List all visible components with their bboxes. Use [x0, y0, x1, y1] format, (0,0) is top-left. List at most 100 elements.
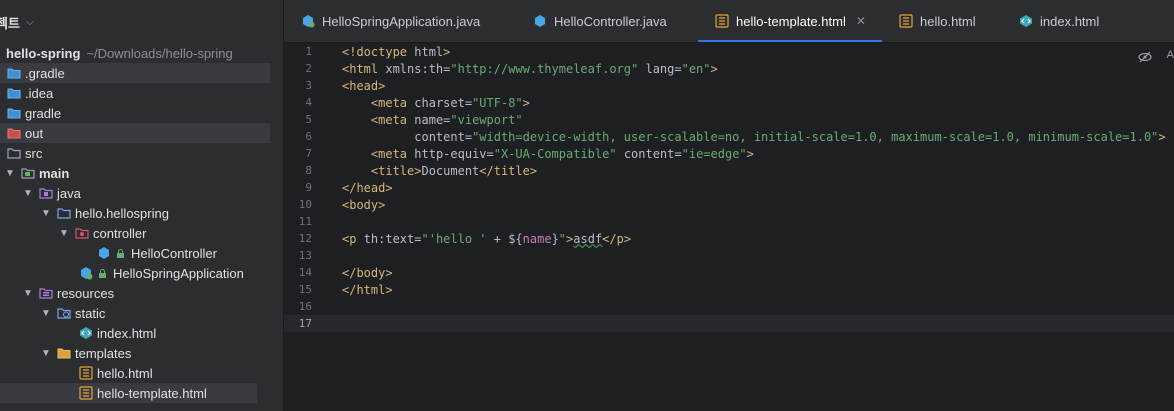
chevron-down-icon[interactable]: ▼ — [22, 188, 34, 199]
code-text: <p th:text="'hello ' + ${name}">asdf</p> — [342, 231, 632, 246]
line-number: 5 — [305, 113, 312, 126]
tree-item-templates[interactable]: ▼ templates — [0, 343, 270, 363]
tree-item-resources[interactable]: ▼ resources — [0, 283, 270, 303]
code-line: 10 <body> — [284, 196, 1174, 213]
line-number: 12 — [298, 232, 312, 245]
tree-item-main[interactable]: ▼ main — [0, 163, 270, 183]
java-class-icon — [532, 13, 548, 29]
tree-item-idea[interactable]: .idea — [0, 83, 270, 103]
line-number: 3 — [305, 79, 312, 92]
chevron-down-icon[interactable]: ▼ — [22, 288, 34, 299]
code-text: <meta charset="UTF-8"> — [370, 95, 530, 110]
code-line: 1 <!doctype html> — [284, 43, 1174, 60]
tree-item-src[interactable]: src — [0, 143, 270, 163]
tree-item-label: hello.html — [97, 365, 153, 381]
code-text: <title>Document</title> — [370, 163, 538, 178]
code-line: 16 — [284, 298, 1174, 315]
tree-item-label: .idea — [25, 85, 54, 101]
line-number: 7 — [305, 147, 312, 160]
code-text: </body> — [342, 265, 393, 280]
folder-icon — [6, 65, 22, 81]
tree-root[interactable]: hello-spring ~/Downloads/hello-spring — [0, 43, 270, 63]
line-number: 9 — [305, 181, 312, 194]
project-panel: 젝트 ⌵ hello-spring ~/Downloads/hello-spri… — [0, 0, 270, 411]
tab-hellocontroller-java[interactable]: HelloController.java — [516, 0, 698, 42]
tree-item-java[interactable]: ▼ java — [0, 183, 270, 203]
code-line: 11 — [284, 213, 1174, 230]
tree-item-label: HelloController — [131, 245, 217, 261]
tree-item-gradle-hidden[interactable]: .gradle — [0, 63, 270, 83]
source-folder-icon — [38, 185, 54, 201]
chevron-down-icon[interactable]: ▼ — [4, 168, 16, 179]
code-line: 2 <html xmlns:th="http://www.thymeleaf.o… — [284, 60, 1174, 77]
html5-file-icon — [78, 365, 94, 381]
code-text: <html xmlns:th="http://www.thymeleaf.org… — [342, 61, 718, 76]
html5-file-icon — [714, 13, 730, 29]
tree-item-index-html[interactable]: index.html — [0, 323, 270, 343]
code-line: 7 <meta http-equiv="X-UA-Compatible" con… — [284, 145, 1174, 162]
line-number: 1 — [305, 45, 312, 58]
tree-item-static[interactable]: ▼ static — [0, 303, 270, 323]
chevron-down-icon[interactable]: ▼ — [40, 348, 52, 359]
project-panel-header[interactable]: 젝트 ⌵ — [0, 0, 270, 44]
tree-root-name: hello-spring — [6, 45, 81, 61]
tree-item-hello-template-html[interactable]: hello-template.html — [0, 383, 257, 403]
tab-hello-template-html[interactable]: hello-template.html ✕ — [698, 0, 882, 42]
tree-item-gradle[interactable]: gradle — [0, 103, 270, 123]
panel-gap — [270, 0, 283, 411]
line-number: 16 — [298, 300, 312, 313]
tab-hello-html[interactable]: hello.html — [882, 0, 1002, 42]
tree-item-label: resources — [57, 285, 115, 301]
html-file-icon — [78, 325, 94, 341]
chevron-down-icon[interactable]: ▼ — [58, 228, 70, 239]
editor-scrollbar[interactable] — [1166, 43, 1174, 411]
code-editor[interactable]: A 1 <!doctype html> 2 <html xmlns:th="ht… — [284, 43, 1174, 411]
chevron-down-icon[interactable]: ⌵ — [26, 16, 34, 29]
code-text: content="width=device-width, user-scalab… — [414, 129, 1166, 144]
tree-item-package[interactable]: ▼ hello.hellospring — [0, 203, 270, 223]
line-number: 13 — [298, 249, 312, 262]
spring-class-icon — [78, 265, 94, 281]
tree-item-label: index.html — [97, 325, 157, 341]
tree-item-hello-html[interactable]: hello.html — [0, 363, 270, 383]
spring-class-icon — [300, 13, 316, 29]
line-number: 2 — [305, 62, 312, 75]
tree-item-label: static — [75, 305, 106, 321]
excluded-folder-icon — [6, 125, 22, 141]
code-text: <head> — [342, 78, 386, 93]
line-number: 15 — [298, 283, 312, 296]
tree-item-label: hello-template.html — [97, 385, 207, 401]
tree-item-label: controller — [93, 225, 147, 241]
tree-item-label: hello.hellospring — [75, 205, 169, 221]
tree-item-controller[interactable]: ▼ controller — [0, 223, 270, 243]
tab-label: HelloSpringApplication.java — [322, 13, 481, 29]
code-line: 12 <p th:text="'hello ' + ${name}">asdf<… — [284, 230, 1174, 247]
code-text: <!doctype html> — [342, 44, 451, 59]
code-line-current: 17 — [284, 315, 1174, 332]
tree-item-out[interactable]: out — [0, 123, 270, 143]
lock-icon — [97, 265, 107, 281]
java-class-icon — [96, 245, 112, 261]
tree-item-label: main — [39, 165, 70, 181]
folder-icon — [6, 145, 22, 161]
resources-folder-icon — [38, 285, 54, 301]
tab-index-html[interactable]: index.html — [1002, 0, 1122, 42]
tab-label: index.html — [1040, 13, 1100, 29]
tab-label: HelloController.java — [554, 13, 667, 29]
tree-item-label: out — [25, 125, 44, 141]
tree-item-label: gradle — [25, 105, 62, 121]
tree-item-hellocontroller[interactable]: HelloController — [0, 243, 270, 263]
line-number: 4 — [305, 96, 312, 109]
chevron-down-icon[interactable]: ▼ — [40, 208, 52, 219]
code-text: <body> — [342, 197, 386, 212]
code-text: <meta name="viewport" — [370, 112, 523, 127]
code-line: 9 </head> — [284, 179, 1174, 196]
folder-icon — [56, 345, 72, 361]
code-text: </html> — [342, 282, 393, 297]
close-icon[interactable]: ✕ — [856, 14, 866, 28]
tree-item-hellospringapplication[interactable]: HelloSpringApplication — [0, 263, 270, 283]
code-line: 5 <meta name="viewport" — [284, 111, 1174, 128]
tree-item-label: .gradle — [25, 65, 65, 81]
tab-hellospringapplication-java[interactable]: HelloSpringApplication.java — [284, 0, 516, 42]
chevron-down-icon[interactable]: ▼ — [40, 308, 52, 319]
